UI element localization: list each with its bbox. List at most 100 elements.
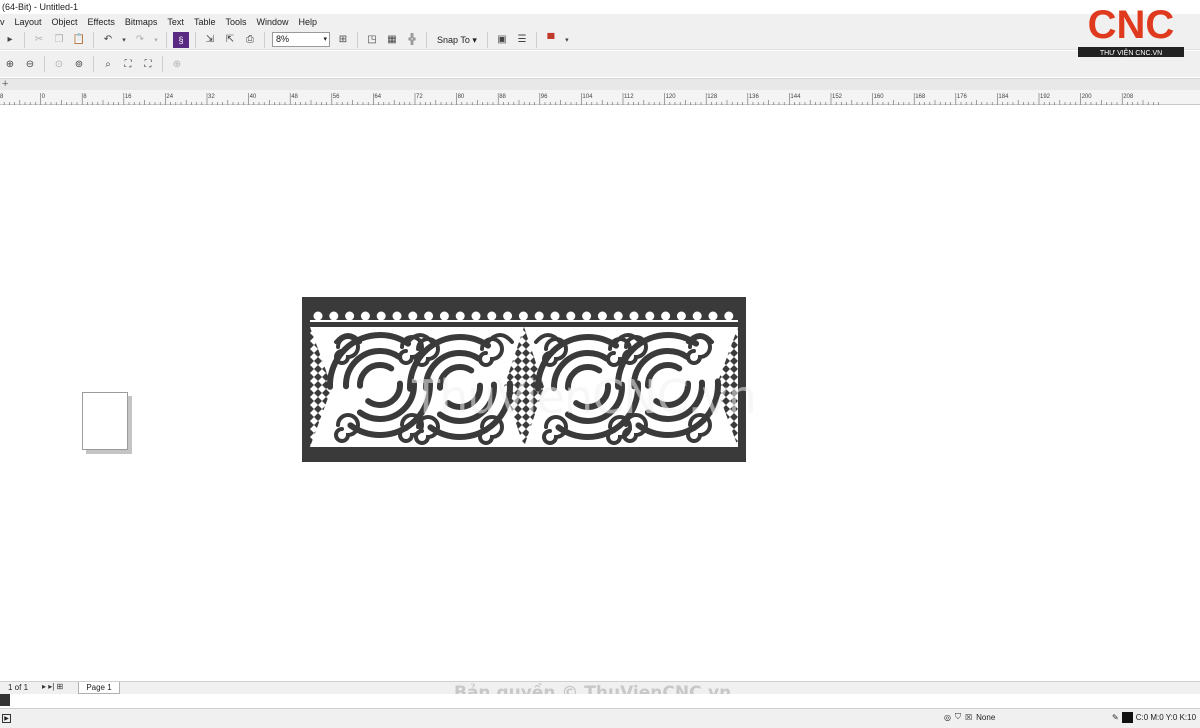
add-toolbar-icon[interactable]: ⊕: [169, 56, 185, 72]
ruler-label: 56: [333, 94, 340, 100]
logo-subtext: THƯ VIỆN CNC.VN: [1100, 48, 1162, 57]
toolbar-separator: [162, 56, 163, 72]
ruler-label: 96: [541, 94, 548, 100]
zoom-selected-icon[interactable]: ⊙: [51, 56, 67, 72]
show-grid-icon[interactable]: ▦: [384, 32, 400, 48]
outline-color-swatch[interactable]: [1121, 712, 1133, 723]
snap-to-button[interactable]: Snap To ▾: [433, 32, 481, 48]
ruler-label: 72: [416, 94, 423, 100]
fill-bucket-icon[interactable]: ⛉: [955, 712, 961, 722]
menu-window[interactable]: Window: [251, 14, 293, 30]
ruler-label: 200: [1082, 94, 1093, 100]
menu-effects[interactable]: Effects: [83, 14, 120, 30]
zoom-in-icon[interactable]: ⊕: [2, 56, 18, 72]
toolbar-separator: [93, 56, 94, 72]
ruler-label: 32: [208, 94, 215, 100]
page-boundary-thumbnail: [82, 392, 128, 450]
logo-text: CNC: [1088, 4, 1175, 47]
zoom-level-select[interactable]: 8% ▾: [272, 32, 330, 47]
toolbar-separator: [166, 31, 167, 48]
menu-bar: v Layout Object Effects Bitmaps Text Tab…: [0, 14, 1200, 30]
paste-icon[interactable]: 📋: [71, 32, 87, 48]
cnc-logo: CNC THƯ VIỆN CNC.VN: [1076, 3, 1186, 60]
zoom-page-width-icon[interactable]: ⛶: [120, 56, 136, 72]
menu-bitmaps[interactable]: Bitmaps: [120, 14, 163, 30]
menu-help[interactable]: Help: [293, 14, 322, 30]
pen-icon[interactable]: ✎: [1112, 713, 1119, 722]
menu-layout[interactable]: Layout: [10, 14, 47, 30]
toolbar-separator: [44, 56, 45, 72]
zoom-out-icon[interactable]: ⊖: [22, 56, 38, 72]
palette-swatch[interactable]: [0, 694, 10, 706]
add-icon[interactable]: +: [2, 78, 14, 90]
show-guidelines-icon[interactable]: ╬: [404, 32, 420, 48]
ruler-label: 176: [957, 94, 968, 100]
toolbar-separator: [535, 31, 537, 48]
horizontal-ruler[interactable]: 8 0 8 16 24 32 40 48 56 64 72 80 88 96 104 112 120 128 136…: [0, 90, 1200, 105]
ruler-label: 64: [374, 94, 381, 100]
toolbar-separator: [426, 31, 427, 48]
toolbar-separator: [93, 31, 94, 48]
zoom-page-icon[interactable]: ⌕: [100, 56, 116, 72]
menu-tools[interactable]: Tools: [220, 14, 251, 30]
ruler-label: 16: [125, 94, 132, 100]
ruler-label: 0: [42, 94, 46, 100]
partial-icon[interactable]: ▸: [2, 32, 18, 48]
search-content-icon[interactable]: §: [173, 31, 189, 48]
chevron-down-icon: ▾: [472, 34, 477, 45]
page-nav-controls[interactable]: ▸ ▸| ⊞: [42, 682, 63, 691]
publish-pdf-icon[interactable]: ⎙: [242, 32, 258, 48]
ruler-ticks: 8 0 8 16 24 32 40 48 56 64 72 80 88 96 104 112 120 128 136…: [0, 93, 1159, 105]
watermark-text: ThuVienCNC.vn: [412, 370, 757, 424]
ruler-label: 192: [1040, 94, 1051, 100]
import-icon[interactable]: ⇲: [202, 32, 218, 48]
ruler-label: 48: [291, 94, 298, 100]
options-icon[interactable]: ☰: [514, 32, 530, 48]
zoom-all-objects-icon[interactable]: ⊚: [71, 56, 87, 72]
export-icon[interactable]: ⇱: [222, 32, 238, 48]
zoom-level-value: 8%: [276, 34, 290, 44]
ruler-label: 40: [250, 94, 257, 100]
ruler-label: 152: [832, 94, 843, 100]
ruler-label: 104: [582, 94, 593, 100]
redo-icon[interactable]: ↷: [132, 32, 148, 48]
color-palette[interactable]: [0, 694, 1200, 706]
ruler-label: 112: [624, 94, 634, 100]
show-rulers-icon[interactable]: ◳: [364, 32, 380, 48]
no-fill-icon: ☒: [964, 712, 973, 722]
page-tab[interactable]: Page 1: [78, 682, 120, 694]
redo-dropdown-icon[interactable]: ▾: [152, 32, 160, 48]
ruler-corner-strip: +: [0, 78, 1200, 90]
full-screen-preview-icon[interactable]: ⊞: [335, 32, 351, 48]
ruler-label: 160: [874, 94, 885, 100]
ruler-label: 120: [666, 94, 677, 100]
ruler-label: 208: [1123, 94, 1134, 100]
undo-icon[interactable]: ↶: [100, 32, 116, 48]
ruler-label: 128: [707, 94, 718, 100]
menu-table[interactable]: Table: [189, 14, 221, 30]
ruler-label: 136: [749, 94, 760, 100]
ruler-label: 168: [915, 94, 926, 100]
chevron-down-icon: ▾: [323, 36, 327, 43]
cut-icon[interactable]: ✂: [31, 32, 47, 48]
welcome-screen-icon[interactable]: ▣: [494, 32, 510, 48]
object-icon: ◎: [944, 712, 951, 722]
play-icon[interactable]: ▶: [2, 714, 11, 723]
menu-view[interactable]: v: [0, 14, 10, 30]
toolbar-separator: [24, 31, 25, 48]
zoom-page-height-icon[interactable]: ⛶: [140, 56, 156, 72]
launch-dropdown-icon[interactable]: ▾: [563, 32, 571, 48]
launch-app-icon[interactable]: ▀: [543, 32, 559, 48]
status-bar: ▶ ◎ ⛉ ☒ None ✎ C:0 M:0 Y:0 K:10: [0, 708, 1200, 728]
menu-object[interactable]: Object: [47, 14, 83, 30]
cnc-logo-graphic: CNC THƯ VIỆN CNC.VN: [1078, 3, 1184, 57]
fill-info: ◎ ⛉ ☒ None: [944, 712, 999, 722]
snap-to-label: Snap To: [437, 34, 470, 45]
undo-dropdown-icon[interactable]: ▾: [120, 32, 128, 48]
toolbar-separator: [195, 31, 196, 48]
menu-text[interactable]: Text: [162, 14, 189, 30]
copy-icon[interactable]: ❐: [51, 32, 67, 48]
page-count: 1 of 1: [8, 683, 29, 692]
window-title: (64-Bit) - Untitled-1: [0, 0, 1200, 14]
ruler-label: 144: [790, 94, 801, 100]
